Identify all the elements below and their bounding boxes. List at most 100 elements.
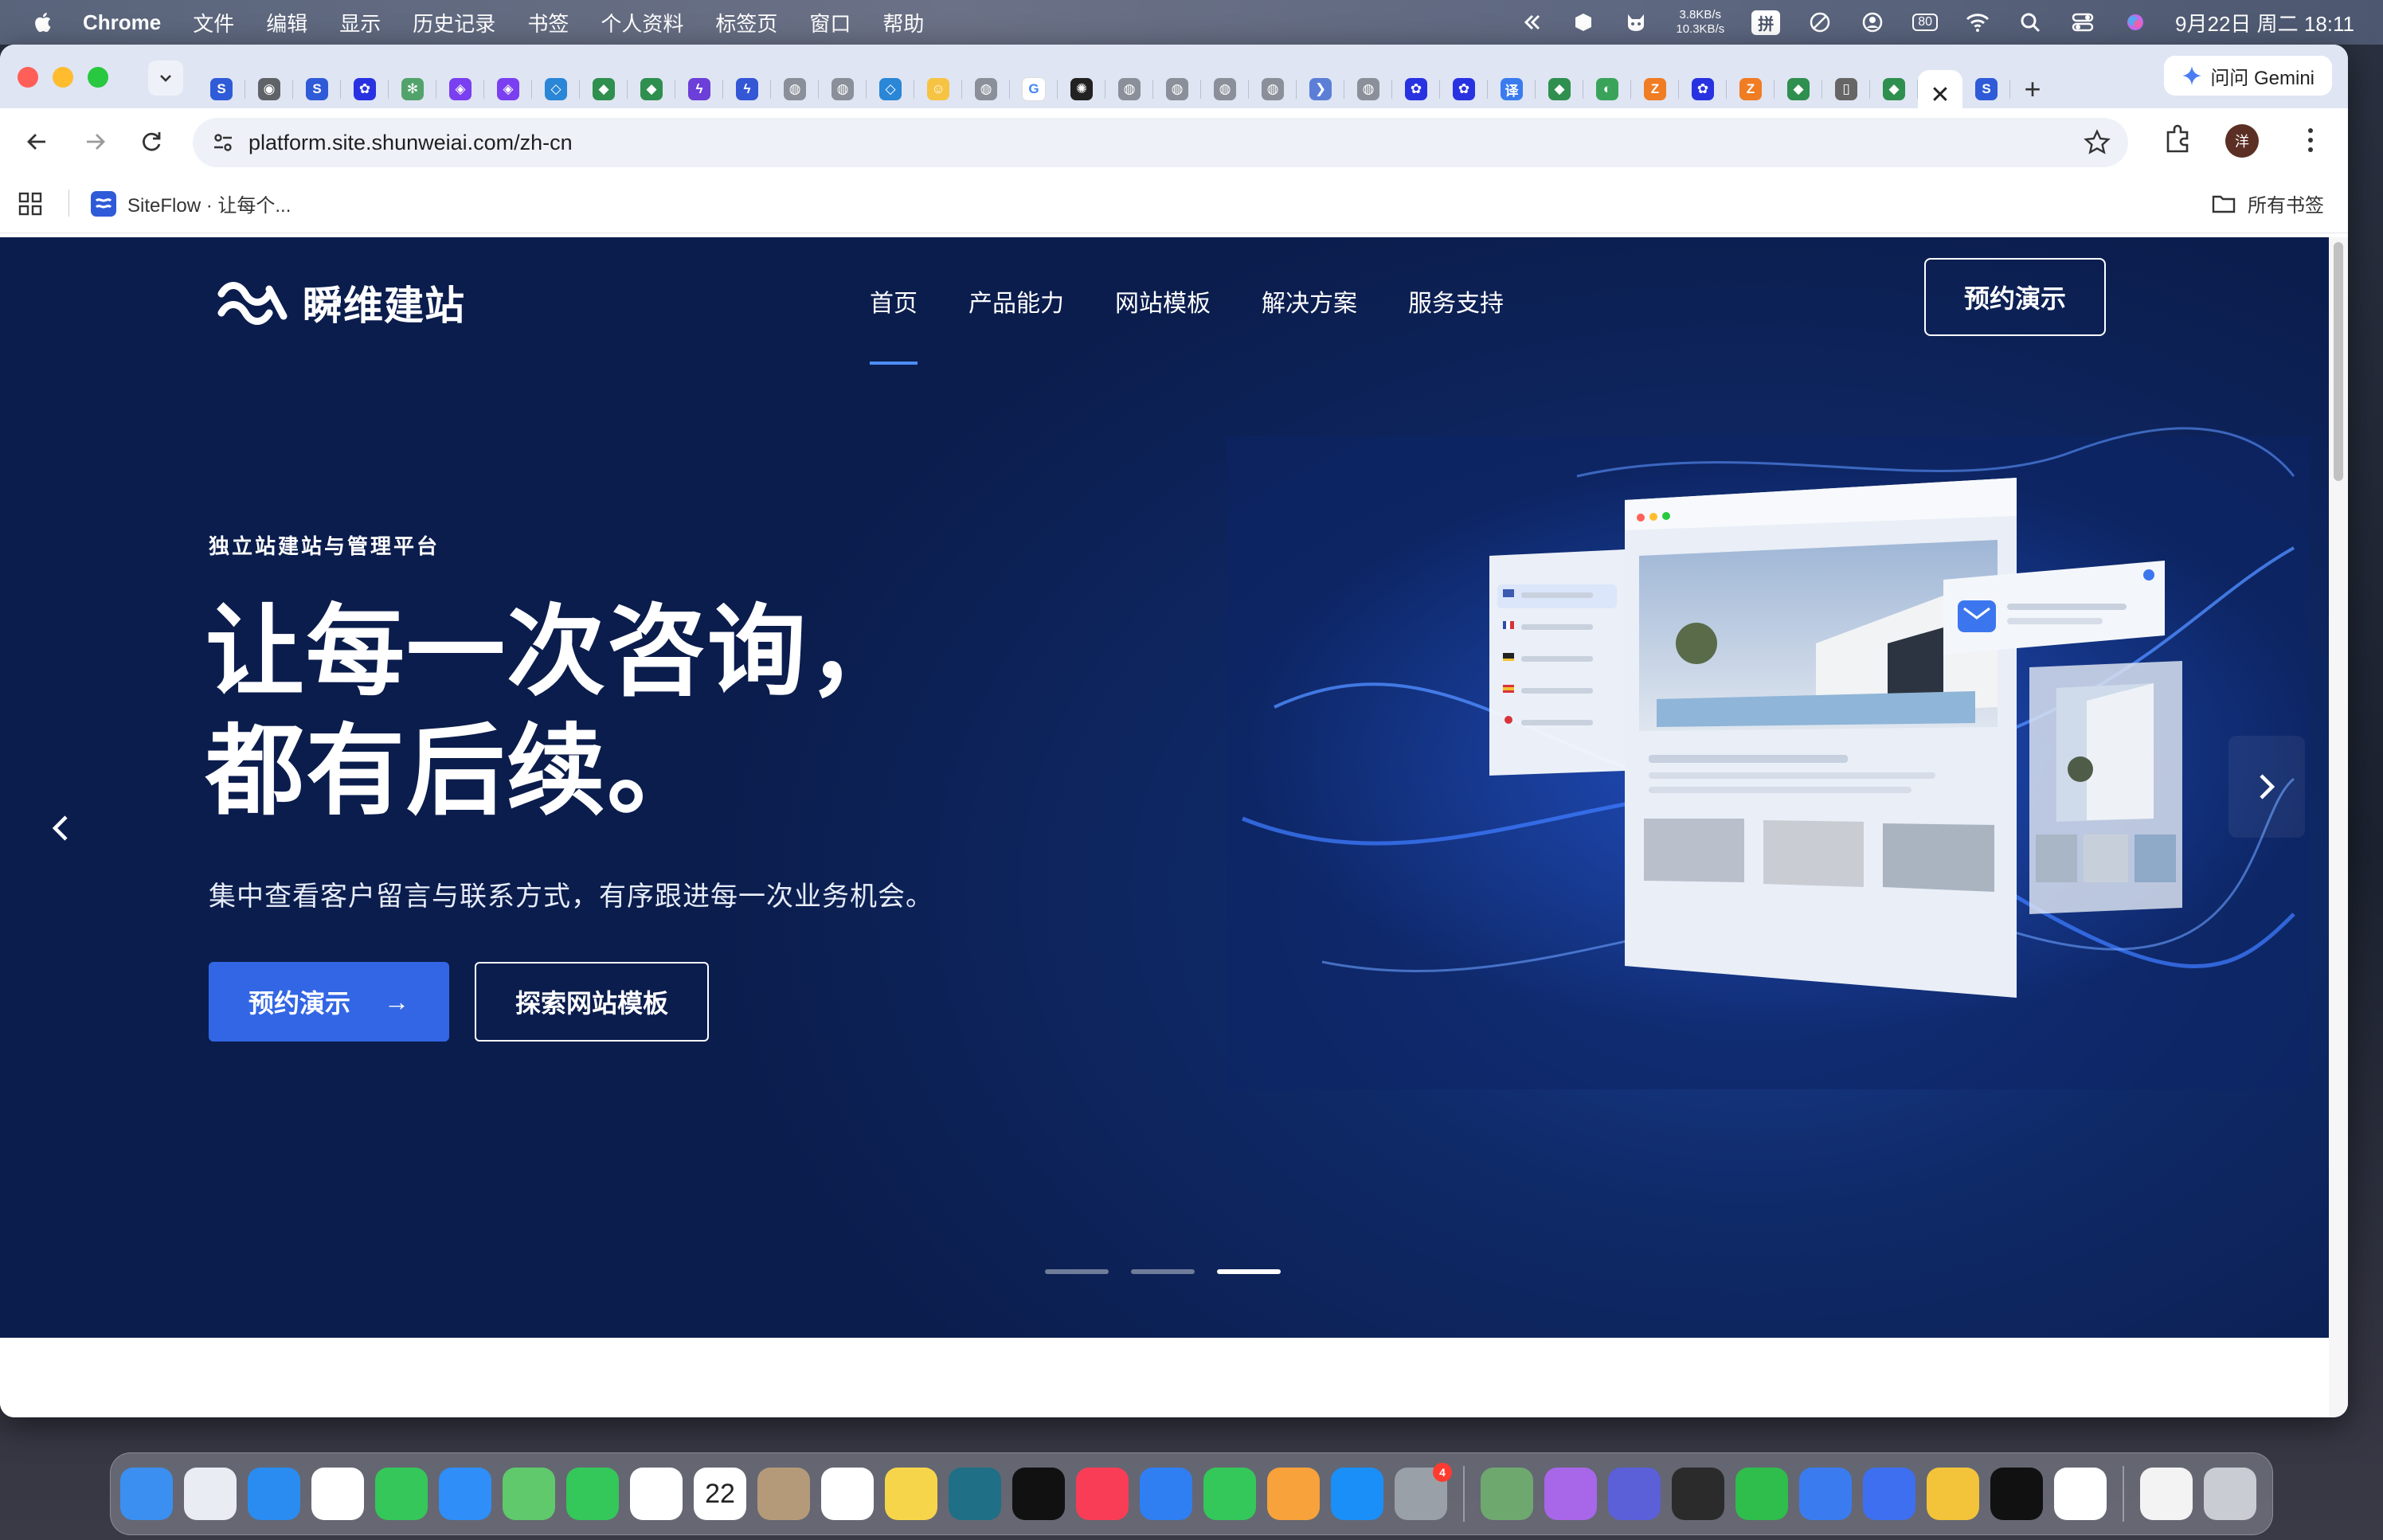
nav-product[interactable]: 产品能力 (968, 283, 1064, 319)
double-chevron-left-icon[interactable] (1518, 11, 1544, 33)
nav-templates[interactable]: 网站模板 (1115, 283, 1211, 319)
tab[interactable]: ◍ (771, 70, 819, 108)
tab[interactable]: 译 (1488, 70, 1536, 108)
header-demo-button[interactable]: 预约演示 (1924, 258, 2106, 336)
tab[interactable]: S (1962, 70, 2010, 108)
music-icon[interactable] (1076, 1468, 1129, 1520)
tab-search-button[interactable] (148, 61, 183, 96)
menu-window[interactable]: 窗口 (809, 8, 851, 37)
back-button[interactable] (18, 123, 56, 161)
safari-icon[interactable] (248, 1468, 300, 1520)
cube-status-icon[interactable] (1571, 11, 1596, 33)
instruments-icon[interactable] (1481, 1468, 1533, 1520)
clock[interactable]: 9月22日 周二 18:11 (2175, 8, 2354, 37)
wifi-icon[interactable] (1965, 11, 1990, 33)
menu-help[interactable]: 帮助 (882, 8, 924, 37)
trash-icon[interactable] (2204, 1468, 2256, 1520)
calendar-icon[interactable]: 22 (694, 1468, 746, 1520)
mailbird-icon[interactable] (2054, 1468, 2107, 1520)
tab[interactable]: ◈ (436, 70, 484, 108)
close-window-button[interactable] (18, 67, 38, 88)
keynote-icon[interactable] (1140, 1468, 1192, 1520)
tab[interactable]: ◆ (1536, 70, 1583, 108)
menu-chrome[interactable]: Chrome (83, 10, 161, 35)
explore-templates-button[interactable]: 探索网站模板 (475, 962, 709, 1042)
tab[interactable]: ❯ (1297, 70, 1344, 108)
tab[interactable]: ◍ (819, 70, 867, 108)
site-logo[interactable]: 瞬维建站 (217, 274, 465, 331)
messages-icon[interactable] (375, 1468, 428, 1520)
carousel-next-button[interactable] (2228, 736, 2305, 838)
intellij-icon[interactable] (1990, 1468, 2043, 1520)
scrollbar-thumb[interactable] (2334, 242, 2343, 481)
tab[interactable]: ◇ (532, 70, 580, 108)
forward-button[interactable] (76, 123, 115, 161)
tab[interactable]: ◉ (245, 70, 293, 108)
menu-view[interactable]: 显示 (339, 8, 381, 37)
tab[interactable]: ◆ (628, 70, 675, 108)
chrome-icon[interactable] (311, 1468, 364, 1520)
facetime-icon[interactable] (566, 1468, 619, 1520)
apps-grid-icon[interactable] (18, 191, 43, 217)
url-text[interactable]: platform.site.shunweiai.com/zh-cn (248, 131, 573, 155)
bookmark-star-icon[interactable] (2084, 129, 2111, 156)
blue-app-icon[interactable] (1863, 1468, 1915, 1520)
tab[interactable]: S (198, 70, 245, 108)
tab[interactable]: ☺ (914, 70, 962, 108)
launchpad-icon[interactable] (184, 1468, 237, 1520)
pawprint-app-icon[interactable] (1927, 1468, 1979, 1520)
user-circle-icon[interactable] (1860, 11, 1885, 33)
page-scrollbar[interactable] (2329, 237, 2348, 1417)
tab[interactable]: ◆ (580, 70, 628, 108)
appletv-icon[interactable] (1012, 1468, 1065, 1520)
bookmark-siteflow[interactable]: SiteFlow · 让每个... (91, 190, 291, 217)
tab[interactable]: ϟ (675, 70, 723, 108)
wechat-icon[interactable] (1735, 1468, 1788, 1520)
tab[interactable]: S (293, 70, 341, 108)
pages-icon[interactable] (1267, 1468, 1320, 1520)
reminders-icon[interactable] (821, 1468, 874, 1520)
tab[interactable]: ◍ (1344, 70, 1392, 108)
appstore-icon[interactable] (1331, 1468, 1383, 1520)
carousel-dot-2[interactable] (1131, 1269, 1195, 1274)
battery-indicator[interactable]: 80 (1912, 14, 1939, 31)
menu-bookmarks[interactable]: 书签 (527, 8, 569, 37)
finder-icon[interactable] (120, 1468, 173, 1520)
pen-app-icon[interactable] (1799, 1468, 1852, 1520)
tab[interactable]: ✿ (1679, 70, 1727, 108)
control-center-icon[interactable] (2070, 11, 2095, 33)
cat-app-icon[interactable] (1544, 1468, 1597, 1520)
menu-history[interactable]: 历史记录 (413, 8, 495, 37)
tab[interactable]: ◐ (1583, 70, 1631, 108)
tab[interactable]: ◈ (484, 70, 532, 108)
carousel-dot-1[interactable] (1045, 1269, 1109, 1274)
extensions-puzzle-icon[interactable] (2162, 123, 2193, 154)
zoom-window-button[interactable] (88, 67, 108, 88)
search-icon[interactable] (2017, 11, 2043, 33)
tab[interactable]: ◍ (1201, 70, 1249, 108)
feather-status-icon[interactable] (1807, 11, 1833, 33)
tab[interactable]: ▯ (1822, 70, 1870, 108)
apple-icon[interactable] (32, 10, 56, 34)
tab[interactable]: ◍ (962, 70, 1010, 108)
numbers-icon[interactable] (1203, 1468, 1256, 1520)
tab[interactable]: Z (1727, 70, 1775, 108)
maps-icon[interactable] (503, 1468, 555, 1520)
ask-gemini-button[interactable]: 问问 Gemini (2164, 56, 2332, 96)
settings-icon[interactable]: 4 (1395, 1463, 1452, 1520)
tab[interactable]: ◆ (1870, 70, 1918, 108)
profile-avatar[interactable]: 洋 (2225, 124, 2259, 158)
tab[interactable]: ✻ (389, 70, 436, 108)
notes-icon[interactable] (885, 1468, 937, 1520)
tab[interactable]: ◇ (867, 70, 914, 108)
site-info-button[interactable] (207, 127, 239, 158)
nav-solutions[interactable]: 解决方案 (1262, 283, 1357, 319)
address-bar[interactable]: platform.site.shunweiai.com/zh-cn (193, 118, 2128, 167)
box-app-icon[interactable] (1672, 1468, 1724, 1520)
tab[interactable]: ϟ (723, 70, 771, 108)
photos-icon[interactable] (630, 1468, 683, 1520)
chat-app-icon[interactable] (1608, 1468, 1661, 1520)
nav-support[interactable]: 服务支持 (1408, 283, 1504, 319)
tab[interactable]: ◍ (1105, 70, 1153, 108)
menu-file[interactable]: 文件 (193, 8, 234, 37)
